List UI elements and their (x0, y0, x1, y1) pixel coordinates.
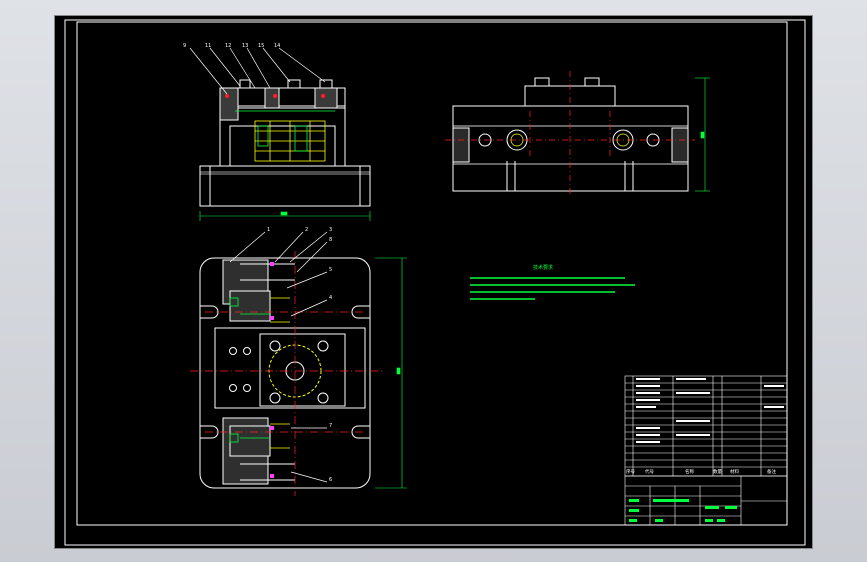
cad-viewport[interactable]: 9 11 12 13 15 14 1 2 3 8 5 4 7 6 技术要求 序号… (0, 0, 867, 562)
drawing-canvas: 9 11 12 13 15 14 1 2 3 8 5 4 7 6 技术要求 序号… (64, 19, 806, 546)
balloon-label: 12 (225, 43, 231, 49)
front-view (189, 47, 371, 221)
balloon-label: 11 (205, 43, 211, 49)
bom-col-name: 名称 (685, 468, 694, 475)
title-block (624, 475, 788, 526)
bom-col-code: 代号 (645, 468, 654, 475)
balloon-label: 8 (329, 237, 332, 243)
balloon-label: 1 (267, 227, 270, 233)
outer-border (64, 19, 806, 546)
balloon-label: 2 (305, 227, 308, 233)
balloon-label: 14 (274, 43, 280, 49)
bom-col-material: 材料 (730, 468, 739, 475)
tech-notes-title: 技术要求 (533, 264, 553, 271)
technical-notes: 技术要求 (470, 264, 635, 300)
bom-col-remark: 备注 (767, 468, 776, 475)
inner-border (76, 21, 788, 526)
drawing-sheet[interactable]: 9 11 12 13 15 14 1 2 3 8 5 4 7 6 技术要求 序号… (55, 16, 812, 548)
balloon-label: 7 (329, 423, 332, 429)
bom-col-qty: 数量 (713, 468, 722, 475)
balloon-label: 13 (242, 43, 248, 49)
side-view (445, 71, 710, 196)
front-view-balloons: 9 11 12 13 15 14 (183, 43, 280, 49)
balloon-label: 4 (329, 295, 332, 301)
balloon-label: 5 (329, 267, 332, 273)
bom-col-no: 序号 (626, 468, 635, 475)
balloon-label: 15 (258, 43, 264, 49)
balloon-label: 9 (183, 43, 186, 49)
balloon-label: 6 (329, 477, 332, 483)
bom-table (624, 375, 788, 477)
plan-view-balloons: 1 2 3 8 5 4 7 6 (267, 227, 332, 483)
plan-view (190, 231, 407, 496)
bom-header: 序号 代号 名称 数量 材料 备注 (626, 468, 776, 475)
balloon-label: 3 (329, 227, 332, 233)
